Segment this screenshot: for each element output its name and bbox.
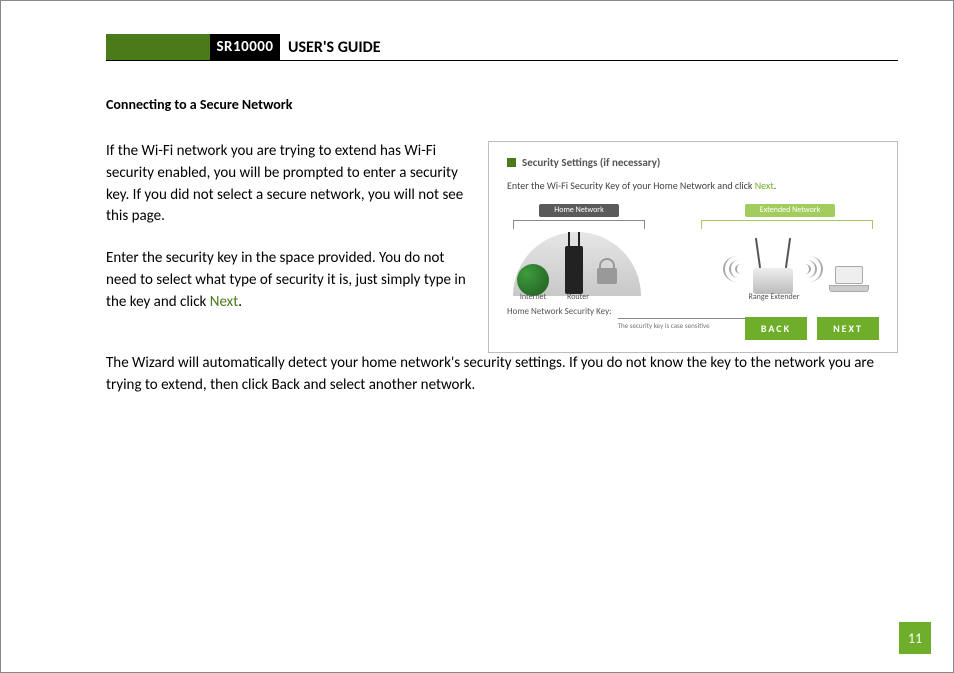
figure-button-row: BACK NEXT xyxy=(745,317,879,340)
router-icon xyxy=(565,246,583,294)
lock-icon xyxy=(597,260,621,284)
body: Connecting to a Secure Network If the Wi… xyxy=(106,96,898,412)
security-key-label: Home Network Security Key: xyxy=(507,306,612,317)
wifi-wave-left-icon xyxy=(727,256,745,282)
network-diagram: Home Network Extended Network xyxy=(513,204,873,300)
para2-text: Enter the security key in the space prov… xyxy=(106,249,466,311)
text-column: If the Wi-Fi network you are trying to e… xyxy=(106,141,466,353)
next-button[interactable]: NEXT xyxy=(817,317,879,340)
page-number: 11 xyxy=(899,622,931,654)
guide-title: USER'S GUIDE xyxy=(288,38,381,60)
two-column: If the Wi-Fi network you are trying to e… xyxy=(106,141,898,353)
paragraph-2: Enter the security key in the space prov… xyxy=(106,248,466,313)
header-green-block xyxy=(106,34,210,60)
figure-security-settings: Security Settings (if necessary) Enter t… xyxy=(488,141,898,353)
header-bar: SR10000 USER'S GUIDE xyxy=(106,34,898,61)
figure-sub-a: Enter the Wi-Fi Security Key of your Hom… xyxy=(507,179,755,192)
bracket-left xyxy=(513,220,645,229)
label-range-extender: Range Extender xyxy=(729,292,819,302)
figure-title-row: Security Settings (if necessary) xyxy=(507,156,879,169)
extended-network-tab: Extended Network xyxy=(745,204,835,217)
para2-tail: . xyxy=(238,293,242,311)
home-network-tab: Home Network xyxy=(539,204,619,217)
diagram-labels: Internet Router Range Extender xyxy=(513,292,873,302)
next-word: Next xyxy=(210,293,238,311)
figure-sub-c: . xyxy=(774,179,777,192)
figure-sub-next: Next xyxy=(755,179,774,192)
figure-title: Security Settings (if necessary) xyxy=(522,156,660,169)
paragraph-1: If the Wi-Fi network you are trying to e… xyxy=(106,141,466,228)
section-title: Connecting to a Secure Network xyxy=(106,96,898,113)
page: SR10000 USER'S GUIDE Connecting to a Sec… xyxy=(0,0,954,673)
product-badge: SR10000 xyxy=(210,34,280,60)
laptop-icon xyxy=(829,266,867,290)
bracket-right xyxy=(701,220,873,229)
figure-subtitle: Enter the Wi-Fi Security Key of your Hom… xyxy=(507,179,879,192)
label-router: Router xyxy=(553,292,603,302)
paragraph-3: The Wizard will automatically detect you… xyxy=(106,353,898,397)
back-button[interactable]: BACK xyxy=(745,317,807,340)
label-internet: Internet xyxy=(513,292,553,302)
range-extender-icon xyxy=(753,242,793,294)
green-square-icon xyxy=(507,158,516,167)
wifi-wave-right-icon xyxy=(801,256,819,282)
